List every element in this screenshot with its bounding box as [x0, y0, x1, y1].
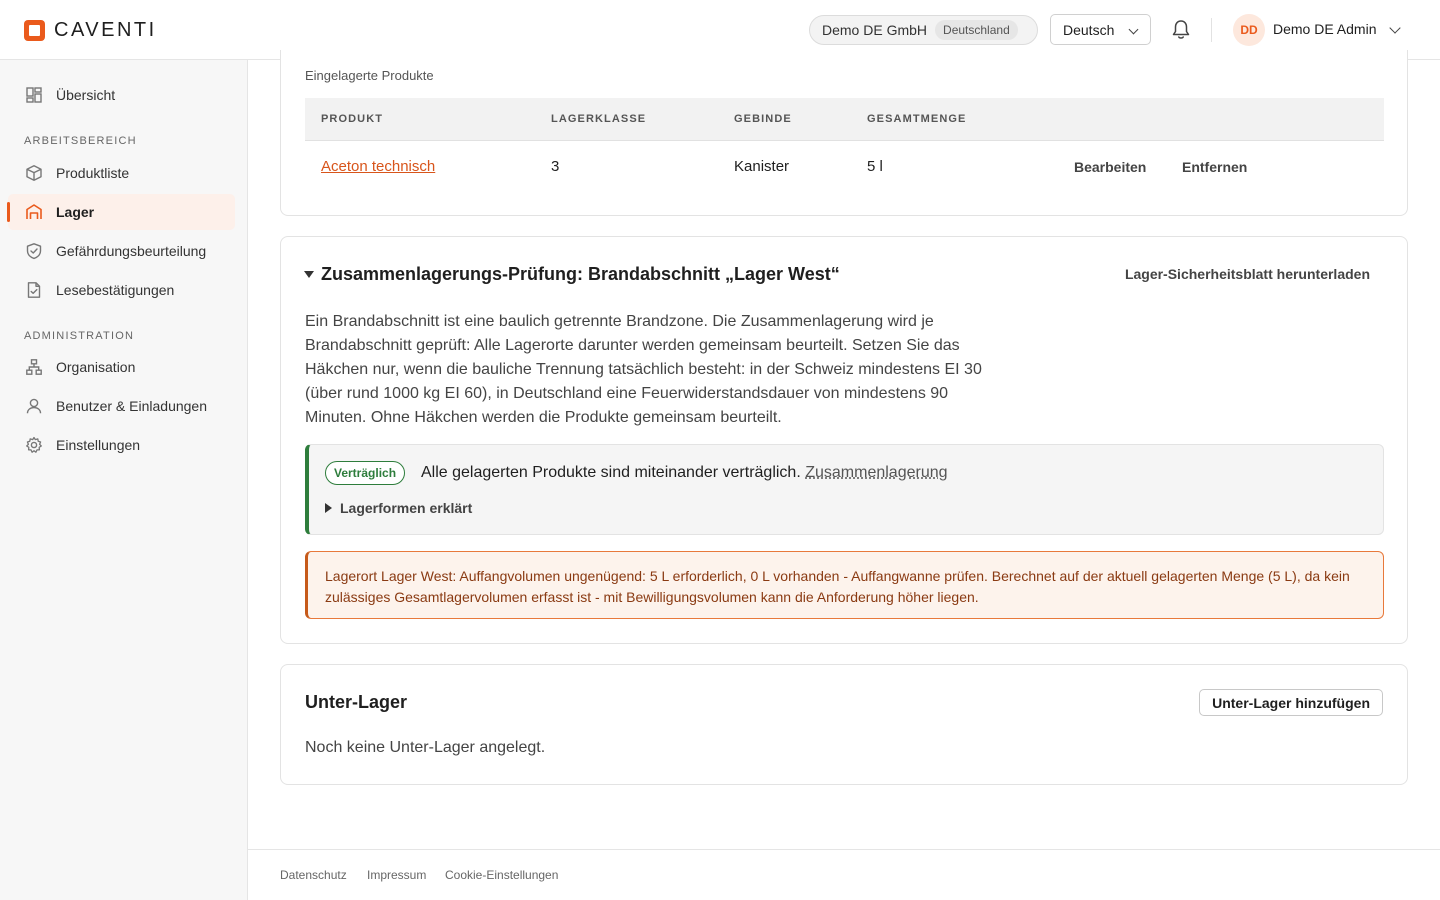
sidebar-item-organization[interactable]: Organisation — [8, 349, 235, 385]
shield-check-icon — [26, 243, 42, 260]
compat-check-title[interactable]: Zusammenlagerungs-Prüfung: Brandabschnit… — [321, 264, 840, 285]
column-header: GESAMTMENGE — [867, 113, 967, 125]
sub-storage-title: Unter-Lager — [305, 692, 408, 712]
compatibility-result-text: Alle gelagerten Produkte sind miteinande… — [421, 464, 948, 482]
dashboard-icon — [26, 87, 42, 103]
org-name: Demo DE GmbH — [822, 22, 928, 38]
chevron-down-icon — [1128, 24, 1139, 35]
sidebar-item-read-confirmations[interactable]: Lesebestätigungen — [8, 272, 235, 308]
user-icon — [26, 398, 42, 414]
remove-button[interactable]: Entfernen — [1182, 159, 1247, 175]
sub-storage-card: Unter-Lager Unter-Lager hinzufügen Noch … — [280, 664, 1408, 785]
collapse-caret-icon[interactable] — [304, 271, 314, 278]
user-name[interactable]: Demo DE Admin — [1273, 21, 1376, 37]
container-cell: Kanister — [734, 158, 790, 175]
sidebar-item-product-list[interactable]: Produktliste — [8, 155, 235, 191]
sidebar-section-work: ARBEITSBEREICH — [24, 135, 137, 147]
avatar[interactable]: DD — [1233, 14, 1265, 46]
user-menu-chevron-icon[interactable] — [1389, 22, 1401, 34]
collection-volume-warning: Lagerort Lager West: Auffangvolumen unge… — [305, 551, 1384, 619]
total-quantity-cell: 5 l — [867, 158, 883, 175]
stored-products-label: Eingelagerte Produkte — [305, 68, 434, 83]
sidebar-item-storage[interactable]: Lager — [7, 194, 235, 230]
sidebar-item-label: Einstellungen — [56, 437, 141, 453]
language-select[interactable]: Deutsch — [1050, 14, 1151, 45]
sidebar-item-users[interactable]: Benutzer & Einladungen — [8, 388, 235, 424]
bell-icon[interactable] — [1171, 19, 1191, 41]
compatibility-result: Verträglich Alle gelagerten Produkte sin… — [305, 444, 1384, 535]
cookie-settings-link[interactable]: Cookie-Einstellungen — [445, 868, 558, 882]
gear-icon — [26, 436, 42, 453]
document-check-icon — [27, 282, 41, 298]
sidebar-item-label: Produktliste — [56, 165, 130, 181]
compat-check-description: Ein Brandabschnitt ist eine baulich getr… — [305, 313, 982, 426]
column-header: LAGERKLASSE — [551, 113, 647, 125]
privacy-link[interactable]: Datenschutz — [280, 868, 347, 882]
box-icon — [26, 165, 42, 181]
table-row: Aceton technisch 3 Kanister 5 l Bearbeit… — [305, 141, 1384, 193]
edit-button[interactable]: Bearbeiten — [1074, 159, 1146, 175]
sidebar-item-settings[interactable]: Einstellungen — [8, 427, 235, 463]
sidebar-item-label: Benutzer & Einladungen — [56, 398, 207, 414]
sidebar-item-label: Organisation — [56, 359, 136, 375]
compat-check-card: Zusammenlagerungs-Prüfung: Brandabschnit… — [280, 236, 1408, 644]
download-safety-sheet-button[interactable]: Lager-Sicherheitsblatt herunterladen — [1125, 266, 1370, 282]
storage-forms-details-toggle[interactable]: Lagerformen erklärt — [325, 500, 472, 516]
language-value: Deutsch — [1063, 21, 1115, 38]
co-storage-link[interactable]: Zusammenlagerung — [805, 464, 947, 481]
sidebar-section-admin: ADMINISTRATION — [24, 330, 135, 342]
main-content: Eingelagerte Produkte PRODUKT LAGERKLASS… — [248, 50, 1440, 900]
header-divider — [1211, 18, 1212, 42]
sidebar: Übersicht ARBEITSBEREICH Produktliste La… — [0, 60, 248, 900]
imprint-link[interactable]: Impressum — [367, 868, 426, 882]
sub-storage-empty-text: Noch keine Unter-Lager angelegt. — [305, 739, 546, 756]
organization-switcher[interactable]: Demo DE GmbH Deutschland — [809, 15, 1038, 45]
brand-name: CAVENTI — [54, 19, 157, 41]
org-chart-icon — [26, 359, 42, 375]
sidebar-item-label: Lager — [56, 204, 95, 220]
add-sub-storage-button[interactable]: Unter-Lager hinzufügen — [1199, 689, 1383, 716]
org-country-badge: Deutschland — [935, 20, 1018, 40]
result-message: Alle gelagerten Produkte sind miteinande… — [421, 464, 801, 481]
sidebar-item-overview[interactable]: Übersicht — [8, 77, 235, 113]
stored-products-card: Eingelagerte Produkte PRODUKT LAGERKLASS… — [280, 50, 1408, 216]
caret-right-icon — [325, 503, 332, 513]
logo-icon — [24, 20, 45, 41]
column-header: GEBINDE — [734, 113, 792, 125]
logo[interactable]: CAVENTI — [24, 19, 157, 42]
sidebar-item-risk-assessment[interactable]: Gefährdungsbeurteilung — [8, 233, 235, 269]
column-header: PRODUKT — [321, 113, 384, 125]
footer: Datenschutz Impressum Cookie-Einstellung… — [248, 849, 1440, 900]
details-label: Lagerformen erklärt — [340, 500, 473, 516]
warehouse-icon — [26, 204, 42, 219]
status-badge: Verträglich — [325, 461, 406, 485]
table-header: PRODUKT LAGERKLASSE GEBINDE GESAMTMENGE — [305, 98, 1384, 141]
sidebar-item-label: Lesebestätigungen — [56, 282, 175, 298]
sidebar-item-label: Gefährdungsbeurteilung — [56, 243, 207, 259]
storage-class-cell: 3 — [551, 158, 560, 175]
sidebar-item-label: Übersicht — [56, 87, 116, 103]
product-link[interactable]: Aceton technisch — [321, 158, 435, 175]
